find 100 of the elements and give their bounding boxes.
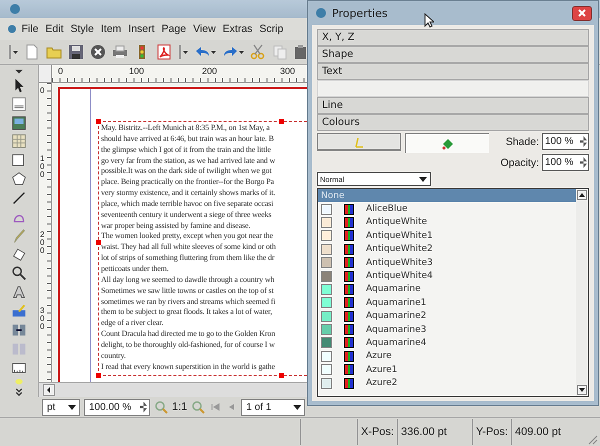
pdf-icon[interactable]: [156, 44, 172, 60]
menu-item[interactable]: Item: [97, 23, 125, 35]
new-document-icon[interactable]: [24, 44, 40, 60]
fill-tab[interactable]: [405, 133, 489, 153]
colour-item[interactable]: AliceBlue: [318, 202, 576, 216]
colour-item[interactable]: Azure: [318, 350, 576, 364]
printer-icon[interactable]: [112, 44, 128, 60]
ruler-label: 0: [40, 87, 46, 95]
page-dropdown[interactable]: 1 of 1: [241, 398, 306, 416]
rgb-icon: [344, 257, 354, 268]
first-page-icon[interactable]: [209, 401, 222, 413]
section-header[interactable]: Shape: [317, 46, 589, 63]
section-header[interactable]: Colours: [317, 114, 589, 131]
scissors-icon[interactable]: [250, 44, 266, 60]
frame-handle[interactable]: [96, 240, 101, 245]
expand-icon[interactable]: [14, 388, 24, 398]
save-icon[interactable]: [68, 44, 84, 60]
colour-item[interactable]: Azure1: [318, 363, 576, 376]
colour-item[interactable]: Aquamarine2: [318, 310, 576, 323]
zoom-icon[interactable]: [10, 265, 28, 282]
menu-item[interactable]: Scrip: [256, 23, 287, 35]
text-line: delight, to be thoroughly old-fashioned, for of course I w: [101, 340, 276, 351]
colour-item[interactable]: AntiqueWhite2: [318, 242, 576, 256]
menu-item[interactable]: Edit: [42, 23, 68, 35]
scroll-up-icon[interactable]: [577, 190, 587, 200]
rgb-icon: [344, 310, 354, 322]
toolbar-grip-icon[interactable]: [178, 44, 188, 60]
menu-item[interactable]: Extras: [219, 23, 256, 35]
dropdown-arrow-icon[interactable]: [14, 69, 24, 74]
rgb-icon: [344, 324, 354, 336]
text-line: seventeenth century it underwent a siege of three weeks: [101, 210, 272, 221]
vertical-scrollbar[interactable]: [576, 189, 588, 396]
horizontal-scrollbar[interactable]: [39, 382, 307, 397]
scroll-left-icon[interactable]: [43, 384, 55, 396]
text-line: very stormy existence, and it certainly shows marks of it.: [101, 188, 276, 199]
menu-item[interactable]: Page: [158, 23, 190, 35]
x-pos-value: 336.00 pt: [396, 419, 472, 445]
rgb-icon: [344, 337, 354, 348]
text-line: possible.It was on the dark side of twilight when we got: [101, 166, 272, 178]
ruler-corner[interactable]: [39, 65, 52, 83]
ruler-label: 0: [58, 66, 64, 76]
colour-item[interactable]: Aquamarine1: [318, 296, 576, 310]
close-icon: [576, 8, 588, 18]
frame-handle[interactable]: [279, 373, 284, 378]
close-button[interactable]: [572, 6, 592, 20]
resize-grip-icon[interactable]: [586, 433, 598, 445]
colour-item[interactable]: AntiqueWhite: [318, 216, 576, 230]
section-header[interactable]: X, Y, Z: [317, 29, 589, 46]
rgb-icon: [344, 297, 354, 308]
colour-item[interactable]: AntiqueWhite1: [318, 229, 576, 243]
menu-item[interactable]: File: [18, 23, 42, 35]
rgb-icon: [344, 378, 354, 389]
opacity-label: Opacity:: [500, 156, 539, 168]
link-frames-icon[interactable]: [10, 322, 28, 338]
edit-text-icon[interactable]: [10, 284, 28, 300]
rgb-icon: [344, 244, 354, 255]
rgb-icon: [344, 350, 354, 362]
frame-handle[interactable]: [96, 373, 101, 378]
colour-item[interactable]: AntiqueWhite3: [318, 256, 576, 270]
text-frame-icon[interactable]: [10, 96, 28, 112]
unit-dropdown[interactable]: pt: [42, 398, 80, 416]
ruler-label: 100: [129, 66, 144, 76]
rotate-icon[interactable]: [10, 246, 28, 263]
text-line: May. Bistritz.--Left Munich at 8:35 P.M., on 1st May, a: [101, 123, 271, 134]
shade-field[interactable]: 100 %: [542, 133, 589, 150]
frame-handle[interactable]: [96, 119, 101, 124]
menu-item[interactable]: Style: [67, 23, 98, 35]
stroke-tab[interactable]: [317, 133, 401, 151]
actual-size-button[interactable]: 1:1: [172, 401, 188, 413]
colour-item[interactable]: Aquamarine: [318, 282, 576, 296]
colour-item[interactable]: Azure2: [318, 376, 576, 390]
text-line: should have arrived at 6:46, but train was an hour late. B: [101, 134, 275, 145]
text-line: place, which made terrible havoc on five separate occasi: [101, 198, 274, 210]
frame-handle[interactable]: [279, 119, 284, 124]
paste-icon[interactable]: [294, 44, 306, 60]
section-header[interactable]: Line: [317, 97, 589, 114]
text-line: waist. They had all full white sleeves of some kind or oth: [101, 242, 277, 254]
text-line: The women looked pretty, except when you got near the: [101, 231, 274, 242]
zoom-field[interactable]: 100.00 %: [84, 398, 150, 416]
app-logo-icon[interactable]: [8, 25, 16, 33]
opacity-field[interactable]: 100 %: [542, 154, 589, 171]
x-pos-label: X-Pos:: [356, 419, 397, 445]
ruler-label: 200: [202, 66, 218, 76]
mouse-cursor-icon: [424, 13, 434, 28]
rgb-icon: [344, 364, 354, 376]
menu-item[interactable]: Insert: [124, 23, 158, 35]
colour-item[interactable]: Aquamarine3: [318, 322, 576, 336]
rgb-icon: [344, 204, 354, 215]
menu-item[interactable]: View: [190, 23, 220, 35]
rgb-icon: [344, 270, 354, 282]
section-header[interactable]: Text: [317, 63, 589, 80]
image-frame-icon[interactable]: [10, 114, 28, 131]
polygon-icon[interactable]: [10, 171, 28, 188]
text-line: sometimes we ran by rivers and streams which seemed fi: [101, 296, 276, 308]
close-icon[interactable]: [90, 44, 106, 60]
colour-item[interactable]: Aquamarine4: [318, 336, 576, 350]
y-pos-label: Y-Pos:: [472, 419, 511, 445]
toolbar-grip-icon[interactable]: [8, 44, 18, 60]
colour-item[interactable]: AntiqueWhite4: [318, 269, 576, 283]
scroll-down-icon[interactable]: [577, 385, 587, 395]
